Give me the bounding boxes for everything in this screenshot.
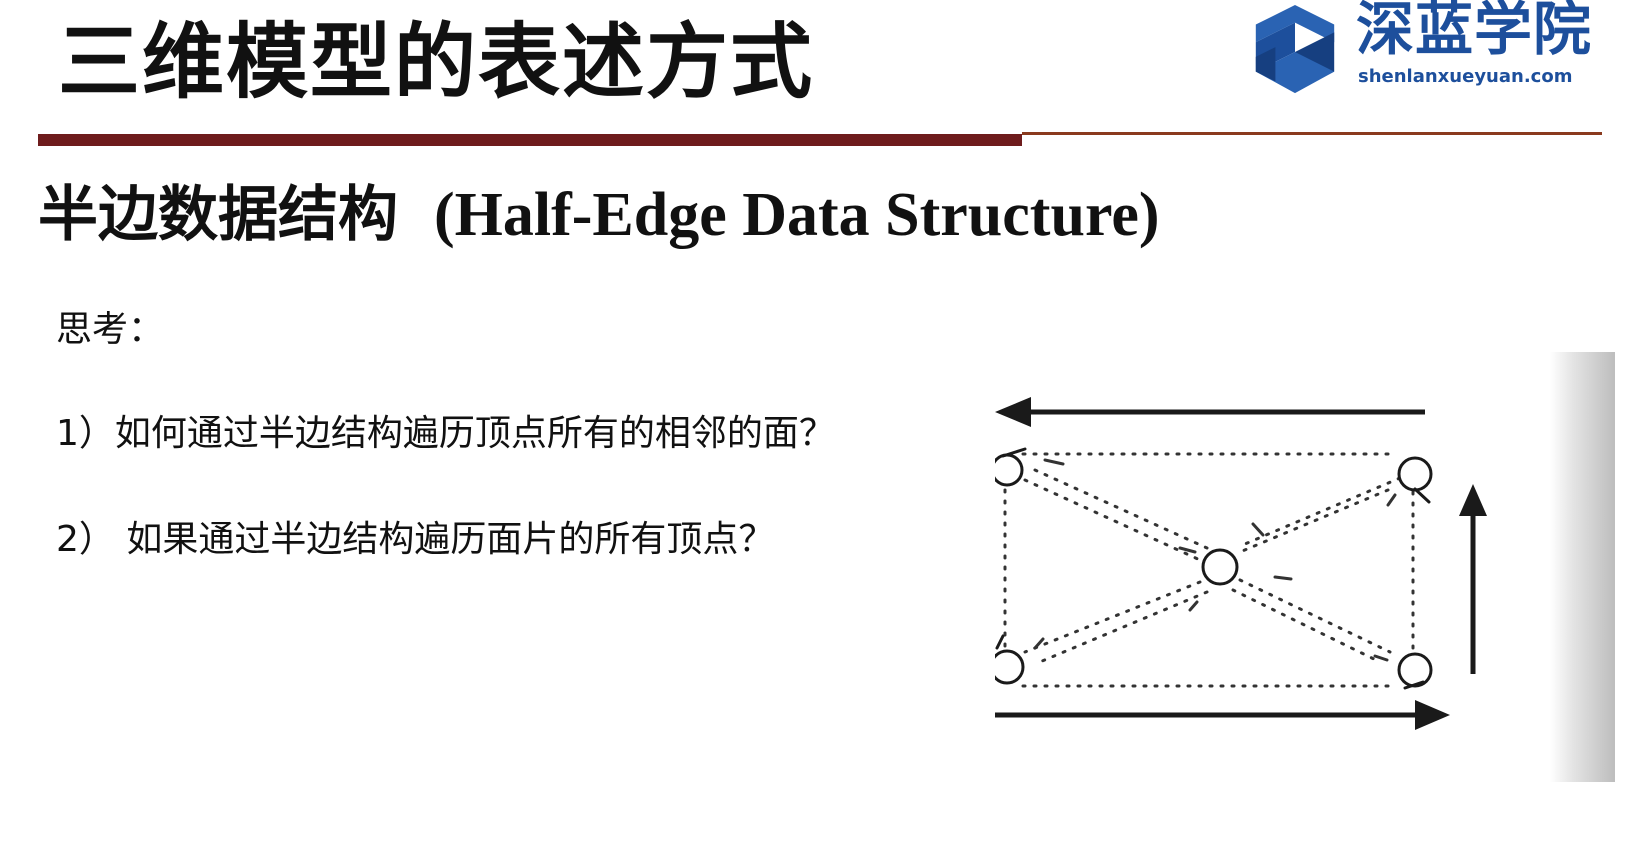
question-1: 1）如何通过半边结构遍历顶点所有的相邻的面？ [56, 413, 835, 454]
vertex-top-left [995, 453, 1024, 487]
outer-arrow-up [1459, 484, 1487, 674]
logo-name: 深蓝学院 [1356, 0, 1593, 63]
dotted-diagonal-tl-center-2 [1033, 468, 1209, 550]
half-edge-tick-7 [1188, 600, 1199, 612]
dotted-diagonal-tr-center [1238, 488, 1390, 554]
vertex-half-edge-mark-tl [1001, 447, 1027, 458]
vertex-half-edge-mark-bl [995, 634, 1005, 650]
half-edge-tick-5 [1273, 575, 1293, 581]
half-edge-tick-8 [1033, 637, 1045, 650]
outer-arrow-left [995, 397, 1425, 427]
logo: 深蓝学院 shenlanxueyuan.com [1246, 0, 1616, 102]
vertex-top-right [1397, 456, 1433, 492]
logo-s-icon [1255, 4, 1335, 94]
logo-url: shenlanxueyuan.com [1358, 66, 1573, 87]
half-edge-tick-3 [1251, 522, 1265, 537]
half-edge-tick-6 [1373, 654, 1389, 662]
section-title-cn: 半边数据结构 [38, 180, 398, 250]
section-title: 半边数据结构 (Half-Edge Data Structure) [38, 184, 1160, 246]
image-edge-shadow [1550, 352, 1615, 782]
vertex-half-edge-mark-tr [1413, 487, 1431, 504]
outer-arrow-right [995, 700, 1450, 730]
header-rule-thick [38, 134, 1022, 146]
slide-title: 三维模型的表述方式 [58, 15, 815, 110]
section-title-en: (Half-Edge Data Structure) [434, 181, 1160, 249]
dotted-diagonal-center-br-2 [1231, 588, 1382, 664]
dotted-diagonal-tr-center-2 [1243, 476, 1402, 546]
dotted-diagonal-center-bl [1023, 580, 1202, 654]
question-2: 2） 如果通过半边结构遍历面片的所有顶点？ [56, 519, 775, 560]
dotted-diagonal-center-bl-2 [1033, 590, 1209, 666]
think-label: 思考： [56, 309, 165, 350]
dotted-diagonal-tl-center [1023, 478, 1202, 562]
vertex-bottom-left [995, 649, 1025, 685]
half-edge-tick-1 [1043, 458, 1065, 466]
vertex-bottom-right [1397, 652, 1433, 688]
dotted-diagonal-center-br [1238, 578, 1392, 654]
header-rule-thin [1022, 132, 1602, 135]
half-edge-diagram [995, 352, 1615, 782]
half-edge-tick-4 [1386, 493, 1397, 507]
half-edge-tick-2 [1178, 546, 1197, 554]
vertex-center [1201, 548, 1239, 586]
